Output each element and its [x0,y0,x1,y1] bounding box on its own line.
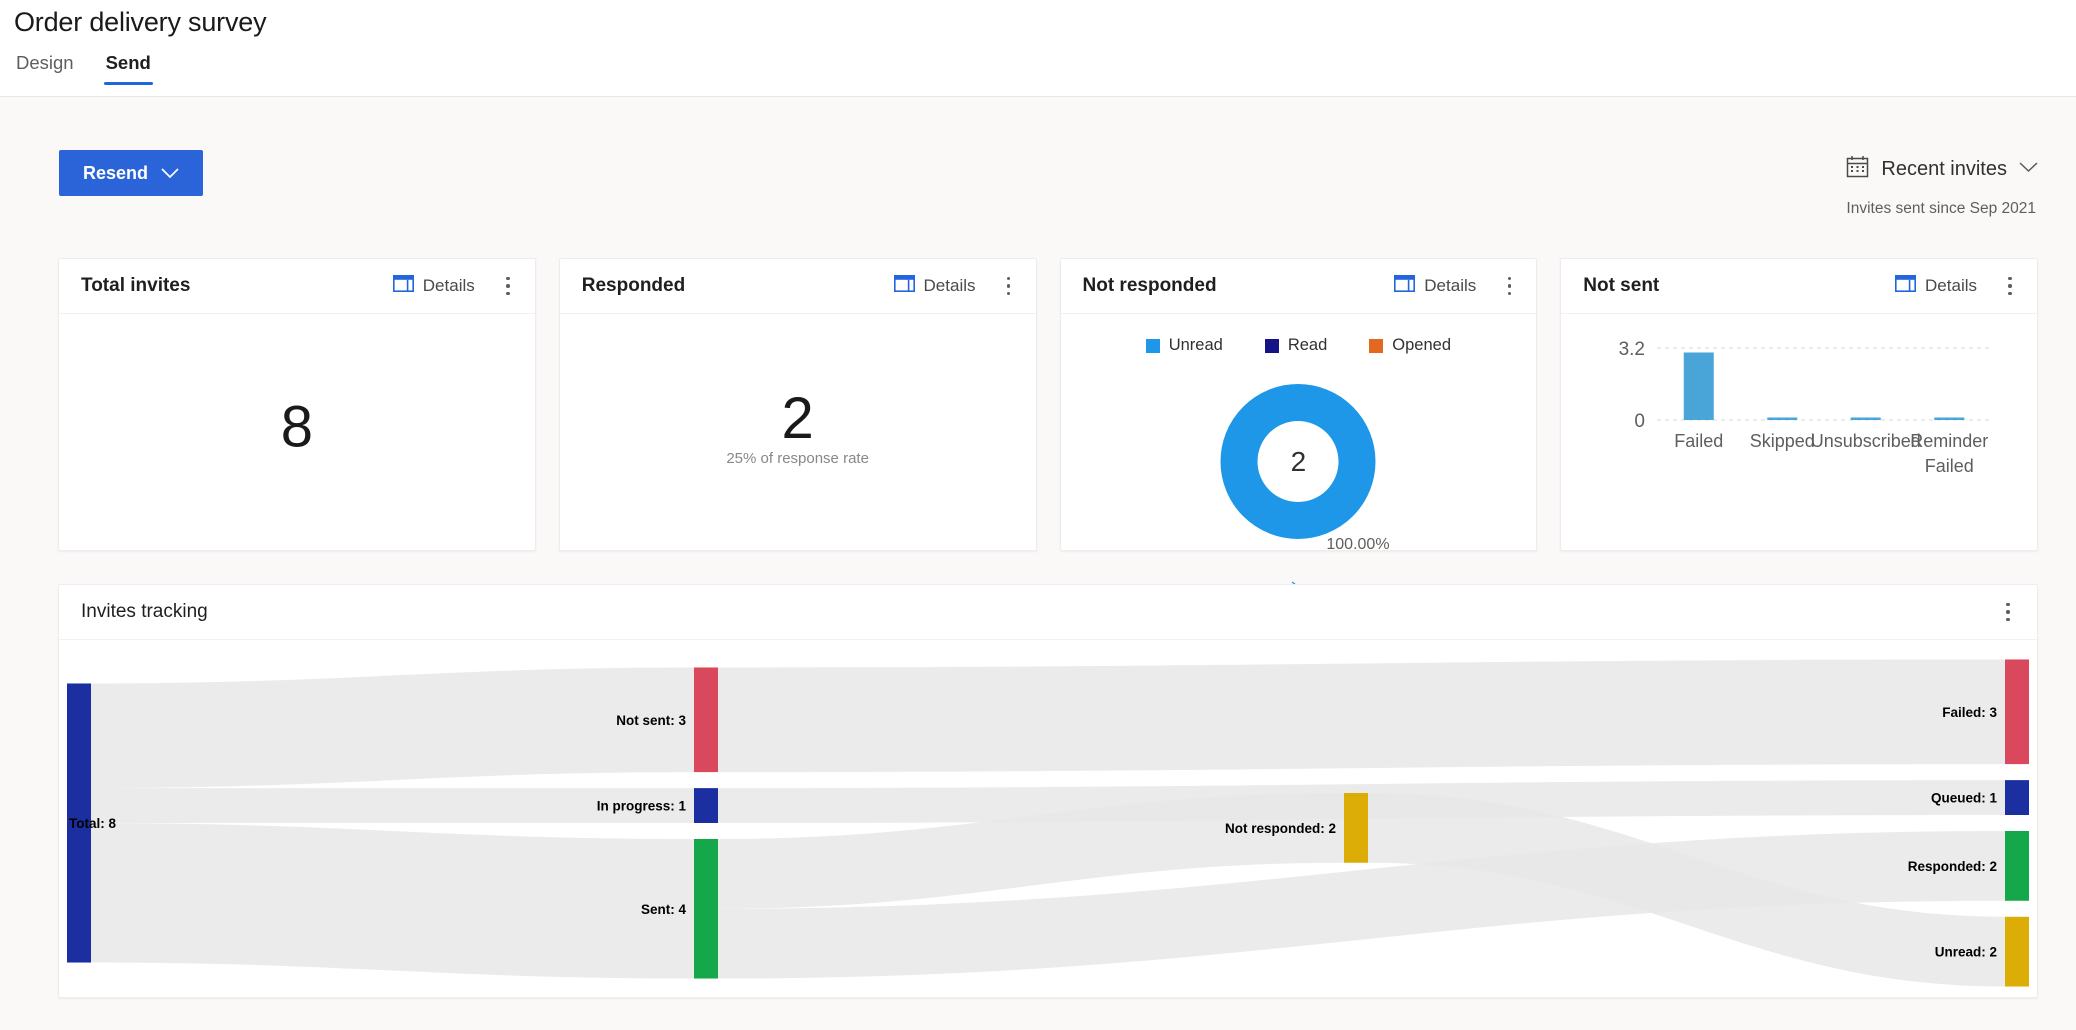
card-responded: Responded Details 2 25% of response rate [559,258,1037,551]
invites-since-label: Invites sent since Sep 2021 [1846,200,2036,218]
calendar-icon [1846,155,1869,183]
svg-text:Unsubscribed: Unsubscribed [1811,431,1921,451]
sankey-node-label: Failed: 3 [1942,705,1997,720]
chevron-down-icon [2019,160,2038,178]
panel-header: Invites tracking [59,585,2037,640]
card-header: Not sent Details [1561,259,2037,314]
sankey-node-label: Responded: 2 [1908,859,1997,874]
svg-text:Skipped: Skipped [1750,431,1815,451]
card-body: Unread Read Opened 2 [1061,314,1537,550]
legend-item-read[interactable]: Read [1265,336,1327,355]
card-header: Total invites Details [59,259,535,314]
details-panel-icon [1895,275,1916,297]
chevron-down-icon [161,163,179,184]
donut-center-value: 2 [1221,384,1376,539]
details-panel-icon [894,275,915,297]
tab-design[interactable]: Design [14,52,76,85]
more-vertical-icon[interactable] [497,277,519,296]
details-label: Details [1424,276,1476,296]
legend-label: Read [1288,336,1327,355]
details-label: Details [423,276,475,296]
sankey-node-label: Not responded: 2 [1225,821,1336,836]
svg-text:Failed: Failed [1674,431,1723,451]
sankey-node-label: Unread: 2 [1935,945,1997,960]
svg-text:3.2: 3.2 [1619,339,1645,360]
invites-tracking-panel: Invites tracking Total: 8 Not sent: 3 In p… [58,584,2038,998]
recent-invites-label: Recent invites [1881,158,2007,181]
tab-send[interactable]: Send [104,52,153,85]
card-body: 2 25% of response rate [560,314,1036,550]
card-header: Responded Details [560,259,1036,314]
panel-title: Invites tracking [81,601,1985,623]
details-panel-icon [1394,275,1415,297]
sankey-node-label: Sent: 4 [641,902,687,917]
card-title: Not sent [1583,275,1885,297]
sankey-node-label: Queued: 1 [1931,791,1998,806]
more-vertical-icon[interactable] [998,277,1020,296]
details-link[interactable]: Details [894,275,976,297]
sankey-node-label: Not sent: 3 [616,713,686,728]
sankey-node-label: In progress: 1 [597,799,687,814]
resend-button-label: Resend [83,163,148,184]
sankey-chart: Total: 8 Not sent: 3 In progress: 1 Sent: 4… [59,641,2037,998]
card-title: Responded [582,275,884,297]
details-panel-icon [393,275,414,297]
svg-text:Reminder: Reminder [1910,431,1988,451]
details-link[interactable]: Details [393,275,475,297]
more-vertical-icon[interactable] [1498,277,1520,296]
svg-text:0: 0 [1635,411,1646,432]
not-sent-bar-chart: 3.2 0 Failed SkippedUnsubscribedReminder Fai… [1561,320,2021,550]
legend-item-unread[interactable]: Unread [1146,336,1223,355]
legend-swatch [1265,339,1279,353]
responded-value: 2 [560,390,1036,448]
resend-button[interactable]: Resend [59,150,203,196]
more-vertical-icon[interactable] [1999,277,2021,296]
card-total-invites: Total invites Details 8 [58,258,536,551]
card-body: 8 [59,314,535,550]
more-vertical-icon[interactable] [1997,603,2019,622]
details-link[interactable]: Details [1394,275,1476,297]
card-not-responded: Not responded Details [1060,258,1538,551]
donut-chart: 2 [1221,384,1376,544]
responded-subtitle: 25% of response rate [560,450,1036,467]
total-invites-value: 8 [59,398,535,456]
svg-text:Failed: Failed [1925,456,1974,476]
legend-item-opened[interactable]: Opened [1369,336,1451,355]
kpi-card-row: Total invites Details 8 [58,258,2038,551]
details-label: Details [924,276,976,296]
card-body: 3.2 0 Failed SkippedUnsubscribedReminder Fai… [1561,314,2037,550]
details-label: Details [1925,276,1977,296]
card-title: Total invites [81,275,383,297]
card-header: Not responded Details [1061,259,1537,314]
page-header: Order delivery survey Design Send [0,0,2076,97]
tab-bar: Design Send [14,52,153,85]
legend-label: Unread [1169,336,1223,355]
recent-invites-selector[interactable]: Recent invites [1846,155,2038,183]
survey-send-dashboard: Order delivery survey Design Send Resend [0,0,2076,1030]
card-not-sent: Not sent Details 3.2 0 Failed SkippedUnsubs… [1560,258,2038,551]
legend-swatch [1146,339,1160,353]
page-title: Order delivery survey [14,7,266,38]
legend-label: Opened [1392,336,1451,355]
details-link[interactable]: Details [1895,275,1977,297]
card-title: Not responded [1083,275,1385,297]
donut-percent-label: 100.00% [1326,536,1389,554]
donut-legend: Unread Read Opened [1061,336,1537,355]
legend-swatch [1369,339,1383,353]
sankey-node-label: Total: 8 [69,816,116,831]
